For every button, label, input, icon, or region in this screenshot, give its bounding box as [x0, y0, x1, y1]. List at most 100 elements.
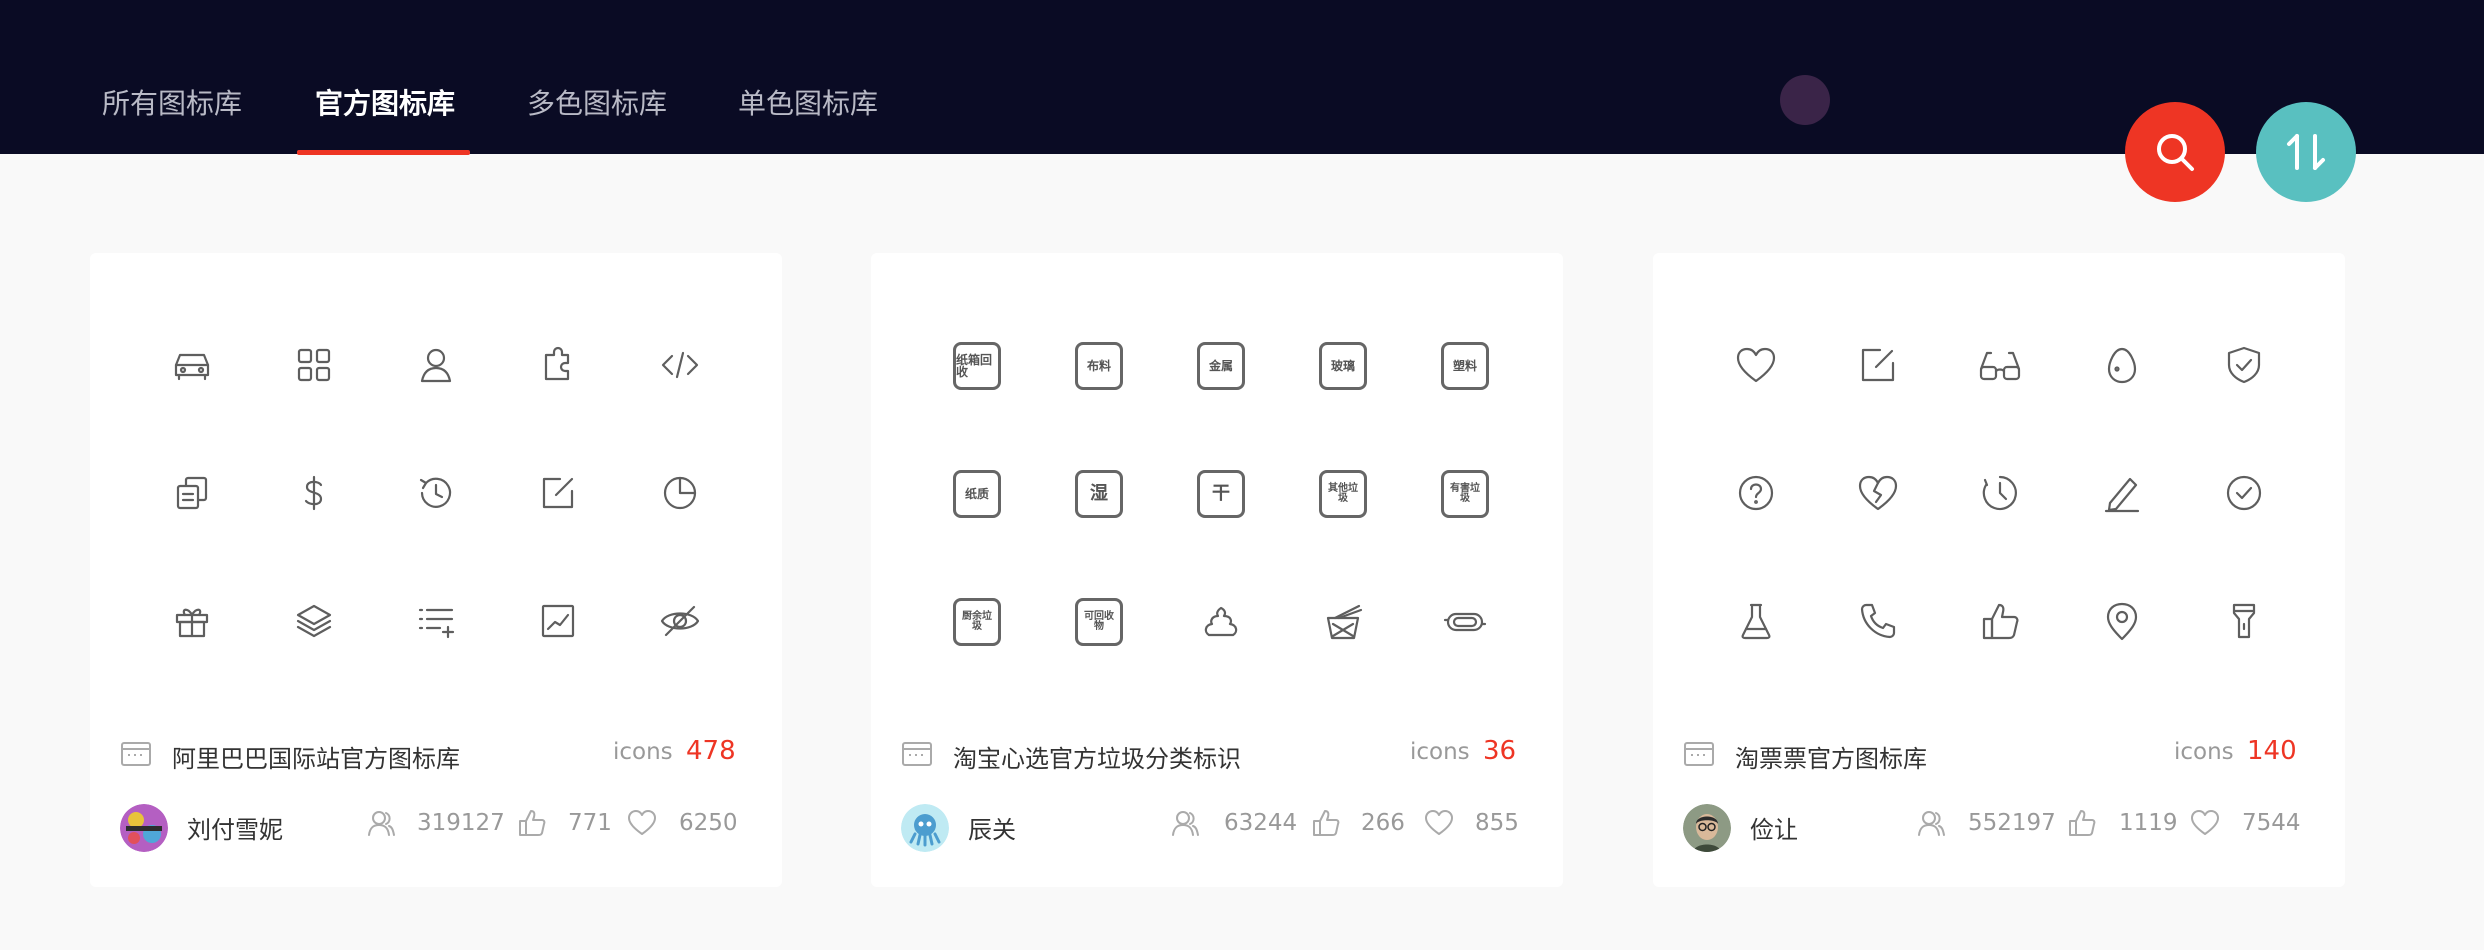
waste-label-icon: 玻璃: [1319, 342, 1367, 390]
shield-check-icon: [2220, 341, 2268, 389]
sort-icon: [2287, 134, 2325, 170]
thumbs-up-icon: [1976, 597, 2024, 645]
eye-off-icon: [656, 597, 704, 645]
active-tab-indicator: [297, 150, 470, 155]
library-card[interactable]: 纸箱回收 布料 金属 玻璃 塑料 纸质 湿 干 其他垃圾 有害垃圾 厨余垃圾 可…: [871, 253, 1563, 887]
flask-icon: [1732, 597, 1780, 645]
favorite-icon[interactable]: [2190, 808, 2220, 838]
waste-label: 纸箱回收: [956, 353, 993, 379]
like-icon[interactable]: [2067, 808, 2097, 838]
layers-icon: [290, 597, 338, 645]
waste-label-icon: 布料: [1075, 342, 1123, 390]
followers-count: 63244: [1224, 810, 1298, 836]
waste-label-icon: 厨余垃圾: [953, 598, 1001, 646]
waste-label-icon: 其他垃圾: [1319, 470, 1367, 518]
library-card[interactable]: 阿里巴巴国际站官方图标库 icons 478 刘付雪妮 319127 771 6…: [90, 253, 782, 887]
waste-label: 其他垃圾: [1328, 483, 1358, 504]
icons-label: icons: [1410, 739, 1470, 765]
waste-label: 湿: [1090, 483, 1108, 504]
phone-icon: [1854, 597, 1902, 645]
favorite-icon[interactable]: [1424, 808, 1454, 838]
author-name[interactable]: 辰关: [968, 810, 1016, 845]
pad-icon: [1441, 598, 1489, 646]
tab-multicolor-libraries[interactable]: 多色图标库: [527, 86, 667, 122]
waste-label: 干: [1212, 483, 1230, 504]
dollar-icon: [290, 469, 338, 517]
waste-label: 纸质: [964, 487, 989, 501]
avatar[interactable]: [120, 804, 168, 852]
followers-icon: [1916, 808, 1946, 838]
egg-icon: [2098, 341, 2146, 389]
favorites-count: 855: [1475, 810, 1519, 836]
question-icon: [1732, 469, 1780, 517]
likes-count: 266: [1361, 810, 1405, 836]
library-icon: [121, 742, 151, 766]
flashlight-icon: [2220, 597, 2268, 645]
library-card[interactable]: 淘票票官方图标库 icons 140 俭让 552197 1119 7544: [1653, 253, 2345, 887]
icons-label: icons: [2174, 739, 2234, 765]
author-name[interactable]: 刘付雪妮: [187, 810, 283, 845]
check-circle-icon: [2220, 469, 2268, 517]
waste-label-icon: 金属: [1197, 342, 1245, 390]
poop-icon: [1197, 598, 1245, 646]
library-title[interactable]: 阿里巴巴国际站官方图标库: [172, 739, 460, 774]
edit-icon: [1854, 341, 1902, 389]
icon-preview-grid: 纸箱回收 布料 金属 玻璃 塑料 纸质 湿 干 其他垃圾 有害垃圾 厨余垃圾 可…: [871, 253, 1563, 887]
waste-label-icon: 纸箱回收: [953, 342, 1001, 390]
followers-count: 552197: [1968, 810, 2056, 836]
clock-icon: [1976, 469, 2024, 517]
apps-icon: [290, 341, 338, 389]
noodle-box-icon: [1319, 598, 1367, 646]
waste-label: 布料: [1086, 359, 1111, 373]
tab-official-libraries[interactable]: 官方图标库: [315, 86, 455, 122]
waste-label-icon: 塑料: [1441, 342, 1489, 390]
search-button[interactable]: [2125, 102, 2225, 202]
edit-icon: [534, 469, 582, 517]
followers-count: 319127: [417, 810, 505, 836]
search-icon: [2157, 134, 2194, 171]
chart-icon: [534, 597, 582, 645]
waste-label-icon: 有害垃圾: [1441, 470, 1489, 518]
likes-count: 771: [568, 810, 612, 836]
broken-heart-icon: [1854, 469, 1902, 517]
author-name[interactable]: 俭让: [1750, 810, 1798, 845]
avatar[interactable]: [901, 804, 949, 852]
favorite-icon[interactable]: [627, 808, 657, 838]
heart-icon: [1732, 341, 1780, 389]
sort-button[interactable]: [2256, 102, 2356, 202]
favorites-count: 7544: [2242, 810, 2301, 836]
tab-monochrome-libraries[interactable]: 单色图标库: [738, 86, 878, 122]
likes-count: 1119: [2119, 810, 2178, 836]
code-icon: [656, 341, 704, 389]
user-icon: [412, 341, 460, 389]
waste-label: 玻璃: [1330, 359, 1355, 373]
followers-icon: [366, 808, 396, 838]
library-title[interactable]: 淘票票官方图标库: [1735, 739, 1927, 774]
like-icon[interactable]: [1311, 808, 1341, 838]
tab-all-libraries[interactable]: 所有图标库: [102, 86, 242, 122]
like-icon[interactable]: [517, 808, 547, 838]
waste-label: 有害垃圾: [1450, 483, 1480, 504]
icons-count: 36: [1483, 736, 1517, 766]
puzzle-icon: [534, 341, 582, 389]
gift-icon: [168, 597, 216, 645]
library-icon: [902, 742, 932, 766]
library-icon: [1684, 742, 1714, 766]
list-add-icon: [412, 597, 460, 645]
waste-label: 厨余垃圾: [962, 611, 992, 632]
waste-label: 塑料: [1452, 359, 1477, 373]
library-title[interactable]: 淘宝心选官方垃圾分类标识: [953, 739, 1241, 774]
top-nav-bar: [0, 0, 2484, 154]
favorites-count: 6250: [679, 810, 738, 836]
waste-label-icon: 可回收物: [1075, 598, 1123, 646]
icon-preview-grid: [90, 253, 782, 887]
waste-label-icon: 湿: [1075, 470, 1123, 518]
avatar[interactable]: [1683, 804, 1731, 852]
waste-label: 可回收物: [1084, 611, 1114, 632]
history-icon: [412, 469, 460, 517]
followers-icon: [1170, 808, 1200, 838]
location-icon: [2098, 597, 2146, 645]
pen-icon: [2098, 469, 2146, 517]
waste-label-icon: 纸质: [953, 470, 1001, 518]
icon-preview-grid: [1653, 253, 2345, 887]
